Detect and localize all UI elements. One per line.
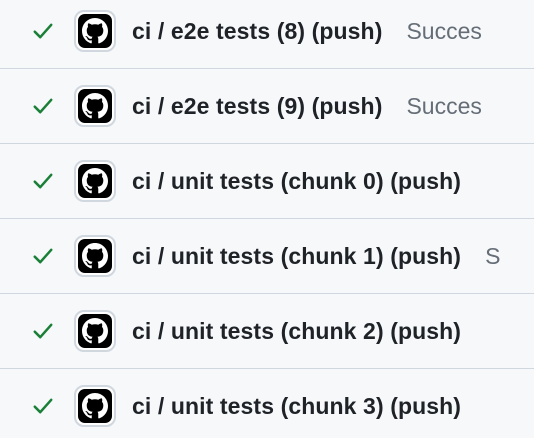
check-name[interactable]: ci / unit tests (chunk 3) (push): [132, 393, 461, 420]
check-row[interactable]: ci / unit tests (chunk 3) (push): [0, 369, 534, 438]
github-app-avatar: [74, 10, 116, 52]
github-app-avatar: [74, 235, 116, 277]
check-icon: [32, 170, 54, 192]
check-icon: [32, 20, 54, 42]
check-status: Succes: [406, 92, 482, 119]
github-icon: [78, 239, 112, 273]
github-icon: [78, 164, 112, 198]
github-icon: [78, 314, 112, 348]
check-row[interactable]: ci / unit tests (chunk 2) (push): [0, 294, 534, 369]
check-name[interactable]: ci / unit tests (chunk 0) (push): [132, 168, 461, 195]
github-icon: [78, 89, 112, 123]
check-status: Succes: [406, 17, 482, 44]
check-name[interactable]: ci / e2e tests (9) (push): [132, 93, 382, 120]
github-app-avatar: [74, 310, 116, 352]
check-name[interactable]: ci / unit tests (chunk 1) (push): [132, 243, 461, 270]
check-name[interactable]: ci / unit tests (chunk 2) (push): [132, 318, 461, 345]
check-icon: [32, 320, 54, 342]
check-name[interactable]: ci / e2e tests (8) (push): [132, 18, 382, 45]
github-app-avatar: [74, 85, 116, 127]
check-row[interactable]: ci / unit tests (chunk 0) (push): [0, 144, 534, 219]
check-row[interactable]: ci / e2e tests (8) (push) Succes: [0, 0, 534, 69]
check-status: S: [485, 242, 501, 269]
check-row[interactable]: ci / e2e tests (9) (push) Succes: [0, 69, 534, 144]
check-icon: [32, 95, 54, 117]
github-icon: [78, 14, 112, 48]
checks-list: ci / e2e tests (8) (push) Succes ci / e2…: [0, 0, 534, 438]
check-row[interactable]: ci / unit tests (chunk 1) (push) S: [0, 219, 534, 294]
github-app-avatar: [74, 385, 116, 427]
check-icon: [32, 245, 54, 267]
check-icon: [32, 395, 54, 417]
github-app-avatar: [74, 160, 116, 202]
github-icon: [78, 389, 112, 423]
